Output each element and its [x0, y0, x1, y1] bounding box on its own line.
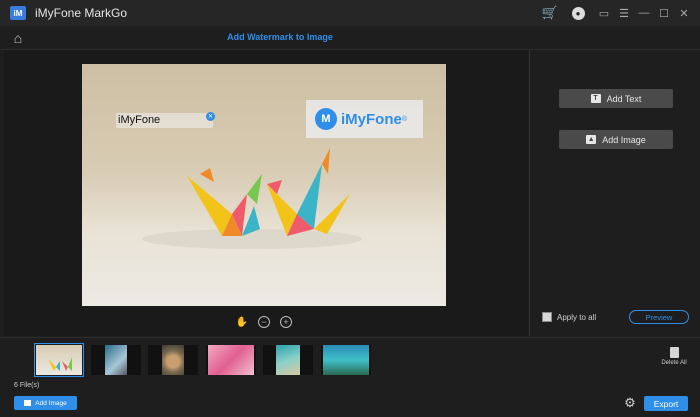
image-icon: ▲ [586, 135, 597, 144]
add-image-label: Add Image [602, 134, 646, 145]
trash-icon [669, 347, 679, 358]
add-image-icon [24, 400, 32, 406]
zoom-out-icon[interactable]: − [258, 316, 270, 328]
add-image-button-label: Add Image [35, 399, 67, 407]
text-watermark[interactable]: iMyFone [116, 113, 213, 128]
menu-icon[interactable]: ☰ [614, 0, 634, 26]
apply-to-all-row: Apply to all [542, 312, 596, 322]
footer-bar: Add Image ⚙ Export [0, 393, 700, 417]
apply-to-all-checkbox[interactable] [542, 312, 552, 322]
maximize-icon[interactable]: ☐ [654, 0, 674, 26]
add-image-button[interactable]: Add Image [14, 396, 77, 410]
thumbnail-item[interactable] [263, 345, 313, 375]
remove-watermark-icon[interactable]: ✕ [206, 112, 215, 121]
zoom-in-icon[interactable]: + [280, 316, 292, 328]
gear-icon[interactable]: ⚙ [623, 395, 637, 410]
thumbnail-strip: 6 File(s) Delete All [0, 337, 700, 393]
page-title: Add Watermark to Image [227, 32, 333, 42]
add-text-label: Add Text [606, 93, 642, 104]
add-image-watermark-button[interactable]: ▲ Add Image [559, 130, 673, 149]
file-count: 6 File(s) [14, 382, 40, 389]
delete-all-label: Delete All [661, 360, 687, 366]
thumbnail-item[interactable] [148, 345, 198, 375]
hand-icon[interactable]: ✋ [236, 316, 248, 328]
logo-watermark-text: iMyFone [341, 110, 402, 128]
thumbnail-item[interactable] [34, 343, 84, 377]
export-button[interactable]: Export [644, 396, 688, 411]
header-bar: ⌂ Add Watermark to Image [0, 26, 700, 50]
cart-icon[interactable]: 🛒 [540, 0, 560, 26]
app-title: iMyFone MarkGo [35, 6, 128, 20]
thumbnail-item[interactable] [91, 345, 141, 375]
thumbnail-item[interactable] [206, 345, 256, 375]
registered-mark: ® [401, 115, 408, 123]
apply-to-all-label: Apply to all [557, 312, 597, 322]
close-icon[interactable]: ✕ [674, 0, 694, 26]
minimize-icon[interactable]: — [634, 0, 654, 26]
preview-button[interactable]: Preview [629, 310, 689, 324]
app-logo-icon: iM [10, 6, 26, 20]
right-panel: T Add Text ▲ Add Image Apply to all Prev… [529, 50, 700, 336]
add-text-button[interactable]: T Add Text [559, 89, 673, 108]
logo-watermark[interactable]: M iMyFone ® [306, 100, 423, 138]
title-bar: iM iMyFone MarkGo 🛒 ● ▭ ☰ — ☐ ✕ [0, 0, 700, 26]
thumbnail-item[interactable] [321, 345, 371, 375]
app-window: iM iMyFone MarkGo 🛒 ● ▭ ☰ — ☐ ✕ ⌂ Add Wa… [0, 0, 700, 417]
text-icon: T [590, 94, 601, 103]
imyfone-logo-icon: M [315, 108, 337, 130]
feedback-icon[interactable]: ▭ [594, 0, 614, 26]
canvas-tools: ✋ − + [236, 316, 292, 328]
delete-all-button[interactable]: Delete All [659, 347, 689, 366]
window-controls: 🛒 ● ▭ ☰ — ☐ ✕ [540, 0, 694, 26]
user-icon[interactable]: ● [568, 0, 588, 26]
